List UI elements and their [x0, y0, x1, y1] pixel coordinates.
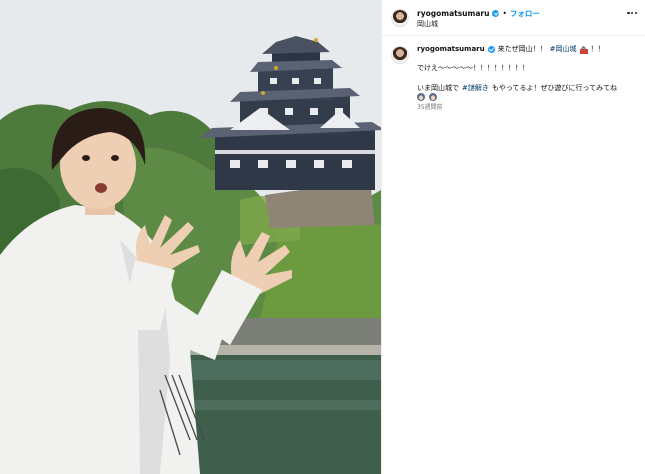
post-caption: ryogomatsumaru 来たぜ岡山！！ #岡山城 ！！ でけえ〜〜〜〜〜！…: [417, 45, 639, 112]
photo-scene: [0, 0, 381, 474]
caption-text-1-end: ！！: [590, 45, 605, 53]
caption-line-2: でけえ〜〜〜〜〜！！！！！！！！: [417, 64, 529, 73]
caption-text-1: 来たぜ岡山！！: [497, 45, 547, 53]
author-line: ryogomatsumaru • フォロー: [417, 8, 540, 19]
more-options-icon[interactable]: [627, 12, 637, 15]
post-header: ryogomatsumaru • フォロー 岡山城: [382, 0, 645, 36]
face-emoji-icon: [417, 93, 425, 102]
caption-username[interactable]: ryogomatsumaru: [417, 45, 485, 54]
face-emoji-icon: [429, 93, 437, 102]
castle-emoji-icon: [579, 46, 588, 54]
location-link[interactable]: 岡山城: [417, 19, 438, 29]
post-photo[interactable]: [0, 0, 381, 474]
caption-emojis: [417, 93, 639, 102]
hashtag-nazotoki[interactable]: #謎解き: [462, 84, 489, 93]
caption-verified-icon: [487, 46, 495, 54]
post-sidebar: ryogomatsumaru • フォロー 岡山城 ryogomatsumaru…: [381, 0, 645, 474]
post-timestamp[interactable]: 35週間前: [417, 104, 639, 112]
caption-text-3-end: もやってるよ！ぜひ遊びに行ってみてね: [491, 83, 618, 92]
caption-text-3: いま岡山城で: [417, 83, 459, 92]
author-username[interactable]: ryogomatsumaru: [417, 9, 489, 18]
separator-dot: •: [502, 9, 507, 18]
hashtag-okayama-castle[interactable]: #岡山城: [550, 45, 577, 54]
follow-button[interactable]: フォロー: [510, 8, 540, 19]
caption-avatar[interactable]: [391, 46, 409, 64]
caption-line-1: ryogomatsumaru 来たぜ岡山！！ #岡山城 ！！: [417, 45, 639, 54]
caption-line-3: いま岡山城で #謎解き もやってるよ！ぜひ遊びに行ってみてね: [417, 84, 639, 93]
author-avatar[interactable]: [391, 9, 409, 27]
verified-badge-icon: [492, 10, 500, 17]
